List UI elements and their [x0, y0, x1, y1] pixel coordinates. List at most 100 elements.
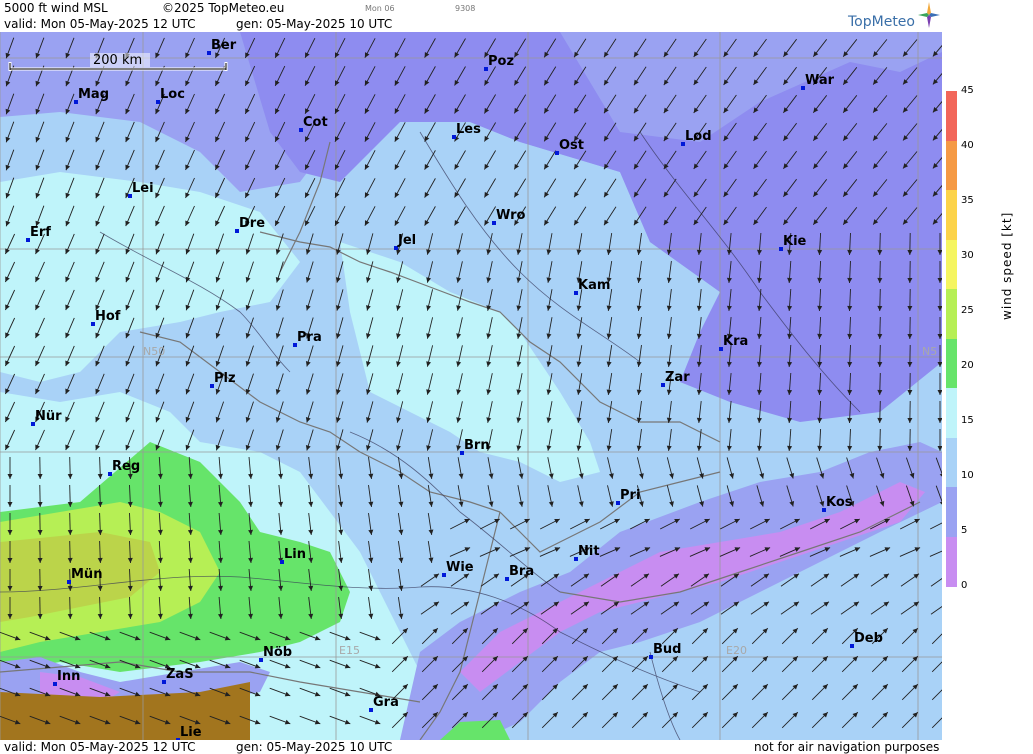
city-mag: Mag	[74, 87, 109, 104]
scale-label: 200 km	[93, 53, 142, 68]
city-label: Hof	[95, 309, 121, 324]
chart-code: 9308	[455, 4, 476, 13]
city-cot: Cot	[299, 115, 328, 132]
compass-star-icon	[918, 2, 940, 28]
grid-label-e20: E20	[726, 644, 747, 657]
colorbar-segment	[946, 140, 957, 191]
city-label: Les	[456, 122, 481, 137]
city-label: Mag	[78, 87, 109, 102]
city-pra: Pra	[293, 330, 322, 347]
city-kam: Kam	[574, 278, 610, 295]
city-label: Kra	[723, 334, 748, 349]
city-zar: Zar	[661, 370, 690, 387]
city-label: Lei	[132, 181, 154, 196]
city-label: Erf	[30, 225, 51, 240]
city-inn: Inn	[53, 669, 80, 686]
city-nit: Nit	[574, 544, 600, 561]
city-label: Jel	[397, 233, 416, 248]
colorbar-tick-label: 40	[961, 140, 974, 151]
colorbar-segment	[946, 487, 957, 537]
city-loc: Loc	[156, 87, 185, 104]
header: 5000 ft wind MSL ©2025 TopMeteo.eu Mon 0…	[0, 0, 942, 32]
city-label: Cot	[303, 115, 328, 130]
city-label: Ost	[559, 138, 584, 153]
city-label: Gra	[373, 695, 399, 710]
city-label: Ber	[211, 38, 237, 53]
grid-label-e15: E15	[339, 644, 360, 657]
city-label: Plz	[214, 371, 236, 386]
city-label: Lie	[180, 725, 202, 740]
city-label: Pra	[297, 330, 322, 345]
footer-gen: gen: 05-May-2025 10 UTC	[236, 740, 393, 754]
city-poz: Poz	[484, 54, 514, 71]
city-nür: Nür	[31, 409, 62, 426]
city-label: Pri	[620, 488, 640, 503]
city-lod: Lod	[681, 129, 712, 146]
city-label: Loc	[160, 87, 185, 102]
city-label: Nit	[578, 544, 600, 559]
legend: 45 40 35 30 25 20 15 10 5 0	[942, 32, 1033, 740]
colorbar-segment	[946, 289, 957, 339]
city-hof: Hof	[91, 309, 121, 326]
city-label: Wro	[496, 208, 526, 223]
city-lie: Lie	[176, 725, 202, 740]
legend-title: wind speed [kt]	[1000, 211, 1014, 320]
city-label: Inn	[57, 669, 80, 684]
city-label: Mün	[71, 567, 102, 582]
colorbar-tick-label: 15	[961, 415, 974, 426]
city-kie: Kie	[779, 234, 807, 251]
city-label: Reg	[112, 459, 140, 474]
grid-label-n50-right: N5	[922, 345, 937, 358]
city-label: Bud	[653, 642, 681, 657]
colorbar-segment	[946, 388, 957, 438]
city-nöb: Nöb	[259, 645, 292, 662]
city-label: Nür	[35, 409, 62, 424]
city-dre: Dre	[235, 216, 265, 233]
city-wie: Wie	[442, 560, 474, 577]
city-label: Kam	[578, 278, 610, 293]
city-ost: Ost	[555, 138, 584, 155]
footer-valid: valid: Mon 05-May-2025 12 UTC	[4, 740, 196, 754]
colorbar	[946, 91, 957, 587]
city-label: Bra	[509, 564, 534, 579]
city-zas: ZaS	[162, 667, 194, 684]
wind-map[interactable]: 200 km N50 N5 E15 E20 Ber Poz War Mag Loc Cot…	[0, 32, 942, 740]
city-ber: Ber	[207, 38, 237, 55]
city-les: Les	[452, 122, 481, 139]
city-label: Dre	[239, 216, 265, 231]
city-kra: Kra	[719, 334, 748, 351]
colorbar-tick-label: 10	[961, 470, 974, 481]
colorbar-tick-label: 5	[961, 525, 968, 536]
city-label: Zar	[665, 370, 690, 385]
city-gra: Gra	[369, 695, 399, 712]
city-label: Poz	[488, 54, 514, 69]
city-wro: Wro	[492, 208, 526, 225]
city-label: Lod	[685, 129, 712, 144]
colorbar-tick-label: 45	[961, 85, 974, 96]
city-label: ZaS	[166, 667, 194, 682]
colorbar-tick-label: 25	[961, 305, 974, 316]
brand-logo-text: TopMeteo	[848, 14, 915, 30]
city-plz: Plz	[210, 371, 236, 388]
city-label: Nöb	[263, 645, 292, 660]
city-war: War	[801, 73, 835, 90]
colorbar-tick-label: 20	[961, 360, 974, 371]
city-kos: Kos	[822, 495, 853, 512]
colorbar-segment	[946, 437, 957, 488]
city-bra: Bra	[505, 564, 534, 581]
disclaimer: not for air navigation purposes	[754, 740, 940, 754]
city-lin: Lin	[280, 547, 306, 564]
colorbar-tick-label: 30	[961, 250, 974, 261]
colorbar-tick-label: 35	[961, 195, 974, 206]
colorbar-segment	[946, 190, 957, 240]
grid-label-n50: N50	[143, 345, 165, 358]
city-pri: Pri	[616, 488, 640, 505]
city-label: Kos	[826, 495, 853, 510]
colorbar-segment	[946, 239, 957, 290]
city-erf: Erf	[26, 225, 51, 242]
wind-speed-fill	[0, 32, 942, 740]
city-mün: Mün	[67, 567, 102, 584]
city-label: Brn	[464, 438, 490, 453]
footer: valid: Mon 05-May-2025 12 UTC gen: 05-Ma…	[0, 740, 942, 754]
colorbar-segment	[946, 91, 957, 141]
